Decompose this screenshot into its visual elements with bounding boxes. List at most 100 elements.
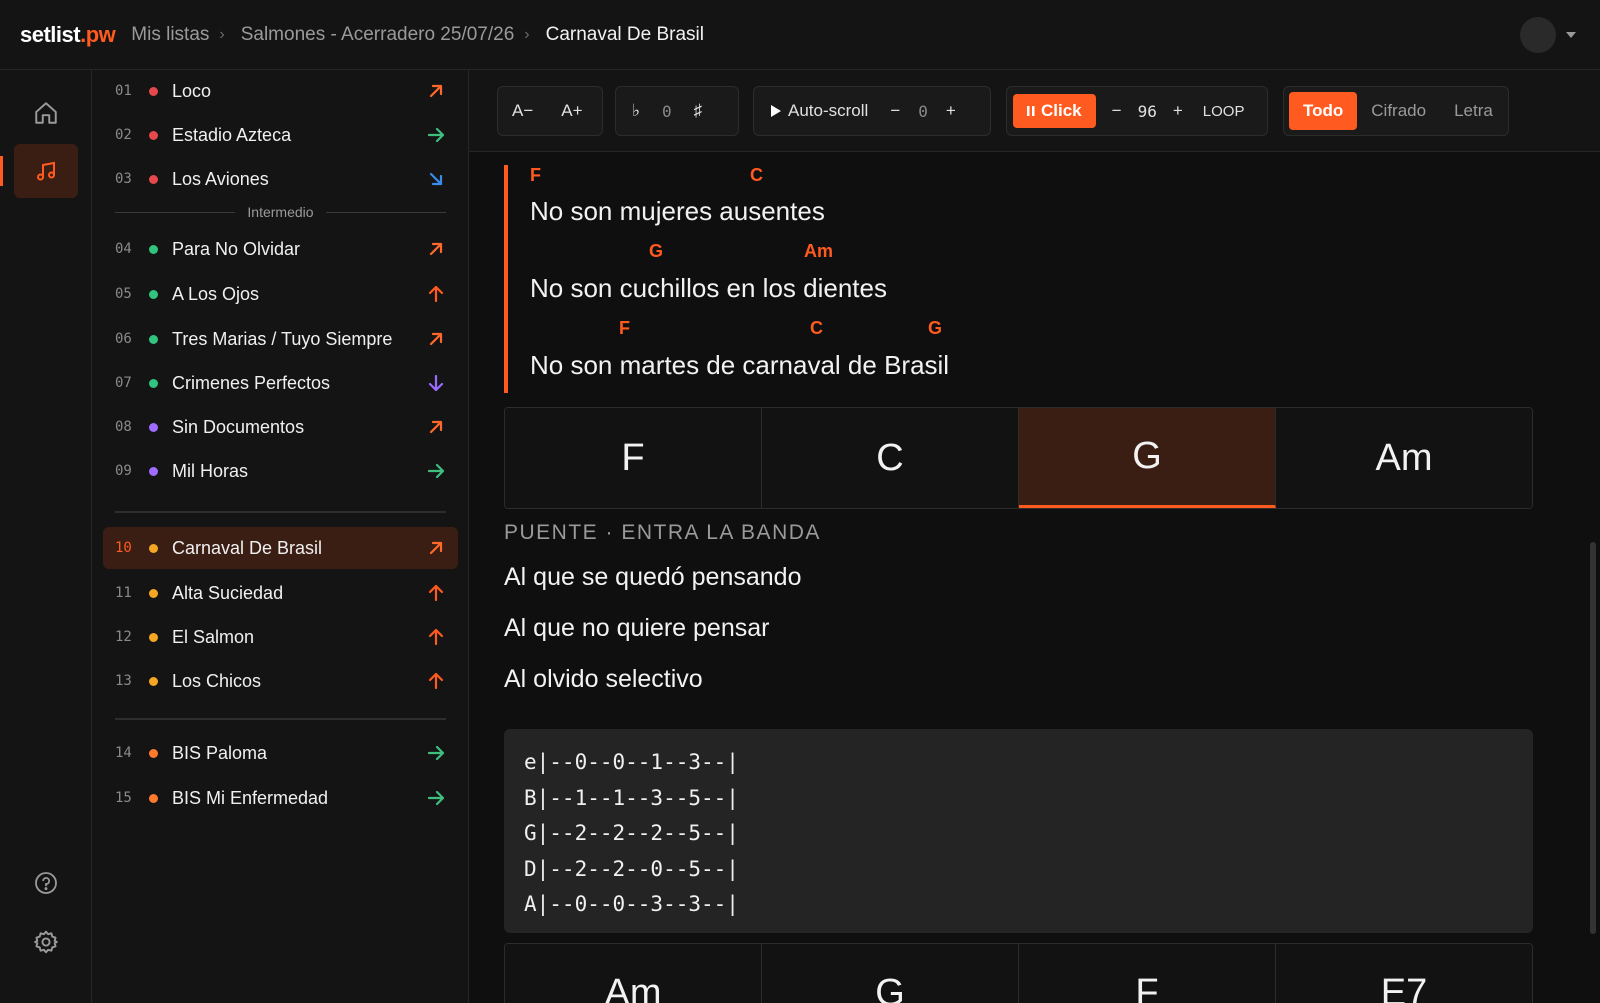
song-title: BIS Paloma	[172, 742, 268, 763]
arrow-right-icon	[424, 126, 448, 144]
breadcrumb-mis-listas[interactable]: Mis listas	[131, 24, 209, 46]
breadcrumb-separator: ›	[524, 25, 530, 43]
song-row[interactable]: 13 Los Chicos	[103, 660, 458, 702]
arrow-up-icon	[424, 584, 448, 602]
user-menu[interactable]	[1520, 17, 1576, 53]
song-row[interactable]: 15 BIS Mi Enfermedad	[103, 777, 458, 819]
chord-cell[interactable]: C	[762, 408, 1019, 508]
song-dot	[149, 422, 158, 432]
settings-button[interactable]	[14, 915, 78, 969]
song-row[interactable]: 08 Sin Documentos	[103, 406, 458, 448]
scrollbar[interactable]	[1590, 542, 1596, 934]
arrow-up-right-icon	[424, 418, 448, 436]
loop-button[interactable]: LOOP	[1193, 103, 1255, 120]
song-row[interactable]: 12 El Salmon	[103, 616, 458, 658]
chord-cell[interactable]: F	[1019, 944, 1276, 1003]
song-row[interactable]: 14 BIS Paloma	[103, 732, 458, 774]
play-icon	[771, 105, 781, 117]
chevron-down-icon[interactable]	[1566, 32, 1576, 38]
autoscroll-button[interactable]: Auto-scroll	[754, 101, 880, 121]
setlist-button[interactable]	[14, 144, 78, 198]
transpose-value: 0	[662, 101, 672, 121]
avatar[interactable]	[1520, 17, 1556, 53]
transpose-flat-button[interactable]: ♭	[616, 101, 650, 121]
home-icon	[35, 102, 57, 124]
chord-cell[interactable]: Am	[505, 944, 762, 1003]
logo[interactable]: setlist.pw	[20, 22, 116, 48]
song-row-active[interactable]: 10 Carnaval De Brasil	[103, 527, 458, 569]
song-row[interactable]: 06 Tres Marias / Tuyo Siempre	[103, 318, 458, 360]
section-heading: PUENTE · ENTRA LA BANDA	[504, 521, 821, 544]
song-dot	[149, 378, 158, 388]
tab-line: e|--0--0--1--3--|	[524, 750, 739, 774]
tab-line: D|--2--2--0--5--|	[524, 856, 739, 881]
song-dot	[149, 86, 158, 96]
chord-cell[interactable]: G	[762, 944, 1019, 1003]
chord-cell[interactable]: E7	[1276, 944, 1532, 1003]
scroll-speed-increase-button[interactable]: +	[936, 101, 966, 121]
song-title: Estadio Azteca	[172, 124, 292, 145]
scroll-speed-value: 0	[918, 101, 928, 121]
song-row[interactable]: 02 Estadio Azteca	[103, 114, 458, 156]
song-row[interactable]: 04 Para No Olvidar	[103, 228, 458, 270]
song-dot	[149, 748, 158, 758]
song-dot	[149, 174, 158, 184]
chord-progression-bar: F C G Am	[504, 407, 1533, 509]
section-divider	[115, 511, 446, 513]
view-mode-group: Todo Cifrado Letra	[1283, 86, 1509, 136]
breadcrumb-setlist[interactable]: Salmones - Acerradero 25/07/26	[241, 24, 515, 46]
home-button[interactable]	[14, 86, 78, 140]
metronome-group: Click − 96 + LOOP	[1006, 86, 1268, 136]
tab-line: B|--1--1--3--5--|	[524, 785, 739, 810]
song-dot	[149, 793, 158, 803]
arrow-down-right-icon	[424, 170, 448, 188]
song-toolbar: A− A+ ♭ 0 ♯ Auto-scroll − 0 + Click − 96…	[469, 70, 1600, 152]
song-row[interactable]: 07 Crimenes Perfectos	[103, 362, 458, 404]
intermission-divider: Intermedio	[115, 202, 446, 222]
song-row[interactable]: 09 Mil Horas	[103, 450, 458, 492]
chord-cell[interactable]: Am	[1276, 408, 1532, 508]
song-dot	[149, 543, 158, 553]
nav-rail	[0, 70, 92, 1003]
font-increase-button[interactable]: A+	[547, 101, 596, 121]
lyric-line: No son mujeres ausentes	[530, 196, 825, 226]
song-dot	[149, 632, 158, 642]
song-dot	[149, 676, 158, 686]
arrow-up-icon	[424, 285, 448, 303]
view-todo-tab[interactable]: Todo	[1289, 92, 1358, 130]
song-title: Mil Horas	[172, 460, 249, 481]
bpm-decrease-button[interactable]: −	[1096, 101, 1132, 121]
help-button[interactable]	[14, 856, 78, 910]
breadcrumb-current-song: Carnaval De Brasil	[545, 23, 705, 45]
song-dot	[149, 334, 158, 344]
view-letra-tab[interactable]: Letra	[1440, 92, 1507, 130]
song-title: Tres Marias / Tuyo Siempre	[172, 328, 393, 349]
click-toggle-button[interactable]: Click	[1013, 94, 1096, 128]
chord-cell-active[interactable]: G	[1019, 408, 1276, 508]
arrow-up-icon	[424, 672, 448, 690]
song-row[interactable]: 03 Los Aviones	[103, 158, 458, 200]
active-nav-marker	[0, 156, 3, 186]
song-row[interactable]: 05 A Los Ojos	[103, 273, 458, 315]
scroll-speed-decrease-button[interactable]: −	[880, 101, 910, 121]
verse-block: F C No son mujeres ausentes G Am No son …	[504, 165, 1004, 393]
song-dot	[149, 588, 158, 598]
gear-icon	[34, 930, 58, 954]
bpm-increase-button[interactable]: +	[1163, 101, 1193, 121]
lyric-line: No son cuchillos en los dientes	[530, 273, 887, 303]
arrow-up-right-icon	[424, 539, 448, 557]
song-title: A Los Ojos	[172, 283, 260, 304]
song-title: Loco	[172, 80, 212, 101]
font-decrease-button[interactable]: A−	[498, 101, 547, 121]
autoscroll-group: Auto-scroll − 0 +	[753, 86, 991, 136]
tab-line: A|--0--0--3--3--|	[524, 892, 739, 916]
lyric-line: Al que no quiere pensar	[504, 614, 770, 642]
arrow-up-icon	[424, 628, 448, 646]
breadcrumb-separator: ›	[219, 25, 225, 43]
view-cifrado-tab[interactable]: Cifrado	[1357, 92, 1440, 130]
song-row[interactable]: 11 Alta Suciedad	[103, 572, 458, 614]
transpose-sharp-button[interactable]: ♯	[684, 101, 713, 121]
song-row[interactable]: 01 Loco	[103, 70, 458, 112]
chord: Am	[804, 241, 834, 261]
chord-cell[interactable]: F	[505, 408, 762, 508]
